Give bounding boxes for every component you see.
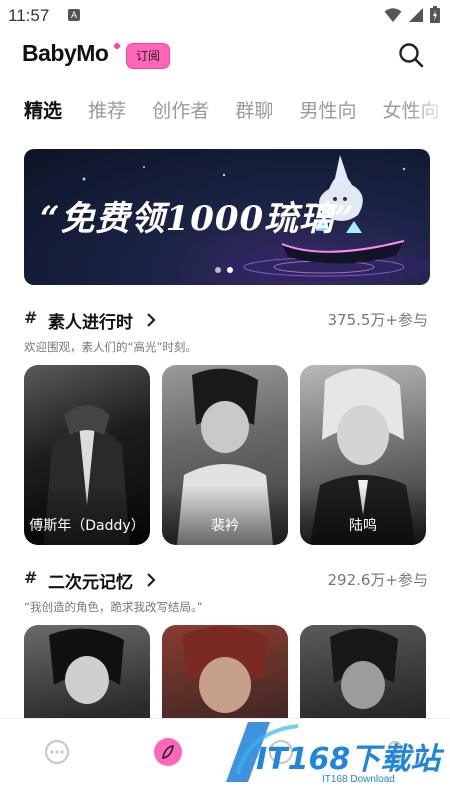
character-card[interactable]: 裴衿 [162, 365, 288, 545]
banner-pagination [215, 267, 233, 273]
section-title: 二次元记忆 [48, 573, 133, 593]
hash-icon: # [24, 308, 38, 327]
tab-recommended[interactable]: 推荐 [88, 96, 126, 123]
logo-dot [114, 43, 120, 49]
watermark-sub: IT168 Download [322, 774, 395, 785]
card-row: 傅斯年（Daddy） 裴衿 陆鸣 [24, 365, 434, 545]
tab-male[interactable]: 男性向 [299, 96, 356, 123]
card-name: 裴衿 [211, 518, 239, 534]
app-logo: BabyMo [22, 40, 109, 66]
notification-icon: A [68, 9, 80, 21]
chevron-right-icon[interactable] [143, 572, 159, 588]
search-icon[interactable] [398, 42, 424, 68]
status-icons [384, 6, 440, 23]
status-time: 11:57 [8, 6, 50, 25]
participant-count: 292.6万+参与 [327, 571, 428, 589]
explore-icon[interactable] [153, 737, 183, 767]
tab-fade [410, 96, 450, 130]
section-title: 素人进行时 [48, 313, 133, 333]
section-description: 欢迎围观，素人们的“高光”时刻。 [24, 340, 197, 354]
app-header: BabyMo 订阅 [0, 36, 450, 76]
tab-featured[interactable]: 精选 [24, 96, 62, 123]
watermark: IT168下载站 IT168 Download [218, 712, 450, 800]
hash-icon: # [24, 568, 38, 587]
wifi-icon [384, 7, 402, 22]
battery-icon [430, 6, 440, 23]
banner-dot-active[interactable] [227, 267, 233, 273]
tab-creators[interactable]: 创作者 [152, 96, 209, 123]
subscribe-button[interactable]: 订阅 [126, 43, 171, 69]
promo-banner[interactable]: “免费领1000琉璃” [24, 149, 430, 285]
chat-icon[interactable] [42, 737, 72, 767]
category-tabs: 精选 推荐 创作者 群聊 男性向 女性向 [24, 96, 444, 130]
banner-dot[interactable] [215, 267, 221, 273]
character-card[interactable]: 傅斯年（Daddy） [24, 365, 150, 545]
card-name: 傅斯年（Daddy） [29, 518, 145, 534]
banner-title: “免费领1000琉璃” [40, 199, 355, 239]
watermark-brand: IT168下载站 [256, 742, 441, 777]
signal-icon [409, 7, 423, 22]
participant-count: 375.5万+参与 [327, 311, 428, 329]
tab-group-chat[interactable]: 群聊 [235, 96, 273, 123]
section-header[interactable]: # 二次元记忆 292.6万+参与 [24, 568, 430, 594]
section-header[interactable]: # 素人进行时 375.5万+参与 [24, 308, 430, 334]
chevron-right-icon[interactable] [143, 312, 159, 328]
section-description: “我创造的角色，跪求我改写结局。” [24, 600, 203, 614]
character-card[interactable]: 陆鸣 [300, 365, 426, 545]
status-bar: 11:57 A [0, 0, 450, 32]
card-name: 陆鸣 [349, 518, 377, 534]
